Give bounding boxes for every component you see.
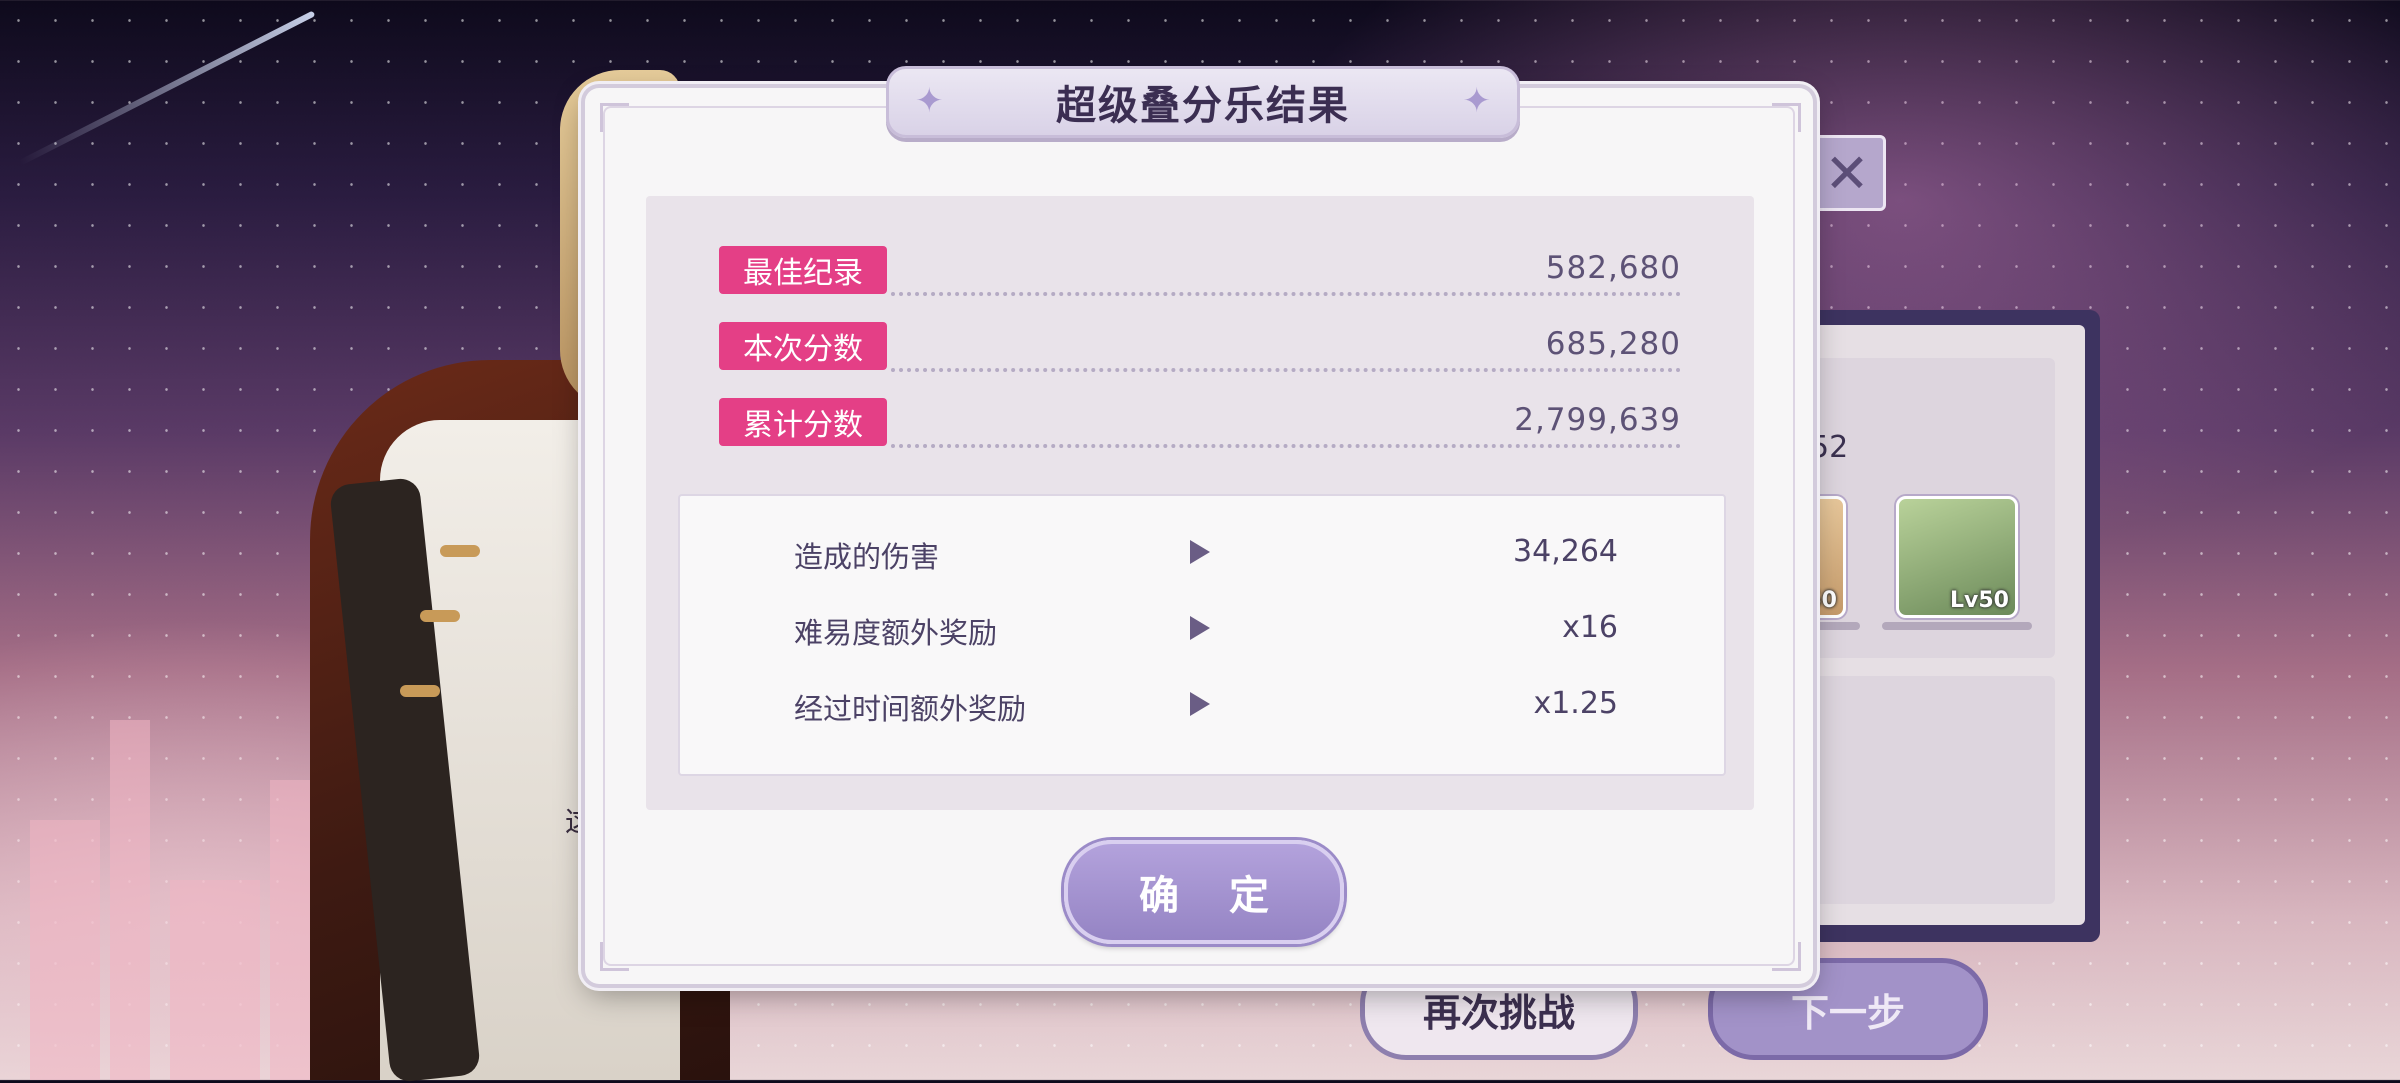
breakdown-row-time: 经过时间额外奖励 x1.25 <box>794 686 1618 726</box>
sparkle-icon: ✦ <box>1462 81 1492 121</box>
breakdown-value: x16 <box>1562 610 1618 645</box>
score-label: 最佳纪录 <box>719 246 887 294</box>
frame-corner <box>1772 103 1801 132</box>
confirm-button-label: 确 定 <box>1139 873 1287 919</box>
character-portrait[interactable]: Lv50 <box>1896 496 2018 618</box>
dotted-leader <box>891 292 1681 296</box>
score-row-total: 累计分数 2,799,639 <box>719 398 1681 450</box>
score-value: 582,680 <box>1545 250 1681 286</box>
frame-corner <box>600 942 629 971</box>
score-row-best: 最佳纪录 582,680 <box>719 246 1681 298</box>
close-icon[interactable]: ✕ <box>1808 135 1886 211</box>
team-count: 52 <box>1810 430 1849 465</box>
confirm-button[interactable]: 确 定 <box>1064 840 1344 944</box>
play-arrow-icon <box>1190 540 1210 564</box>
score-row-current: 本次分数 685,280 <box>719 322 1681 374</box>
breakdown-value: x1.25 <box>1533 686 1618 721</box>
breakdown-row-difficulty: 难易度额外奖励 x16 <box>794 610 1618 650</box>
dotted-leader <box>891 444 1681 448</box>
coat-button <box>440 545 480 557</box>
score-label: 累计分数 <box>719 398 887 446</box>
score-value: 2,799,639 <box>1514 402 1681 438</box>
score-value: 685,280 <box>1545 326 1681 362</box>
frame-corner <box>1772 942 1801 971</box>
dotted-leader <box>891 368 1681 372</box>
breakdown-label: 经过时间额外奖励 <box>794 692 1027 726</box>
score-label: 本次分数 <box>719 322 887 370</box>
coat-button <box>400 685 440 697</box>
coat-button <box>420 610 460 622</box>
frame-corner <box>600 103 629 132</box>
dialog-title-banner: ✦ 超级叠分乐结果 ✦ <box>886 66 1520 138</box>
play-arrow-icon <box>1190 692 1210 716</box>
breakdown-row-damage: 造成的伤害 34,264 <box>794 534 1618 574</box>
breakdown-value: 34,264 <box>1513 534 1618 569</box>
play-arrow-icon <box>1190 616 1210 640</box>
team-section-lower <box>1815 676 2055 904</box>
sparkle-icon: ✦ <box>915 81 944 121</box>
portrait-level: Lv50 <box>1950 588 2009 613</box>
breakdown-label: 难易度额外奖励 <box>794 616 998 650</box>
breakdown-label: 造成的伤害 <box>794 540 940 574</box>
portrait-bar <box>1882 622 2032 630</box>
castle-silhouette <box>0 660 360 1080</box>
dialog-title: 超级叠分乐结果 <box>1056 83 1350 129</box>
